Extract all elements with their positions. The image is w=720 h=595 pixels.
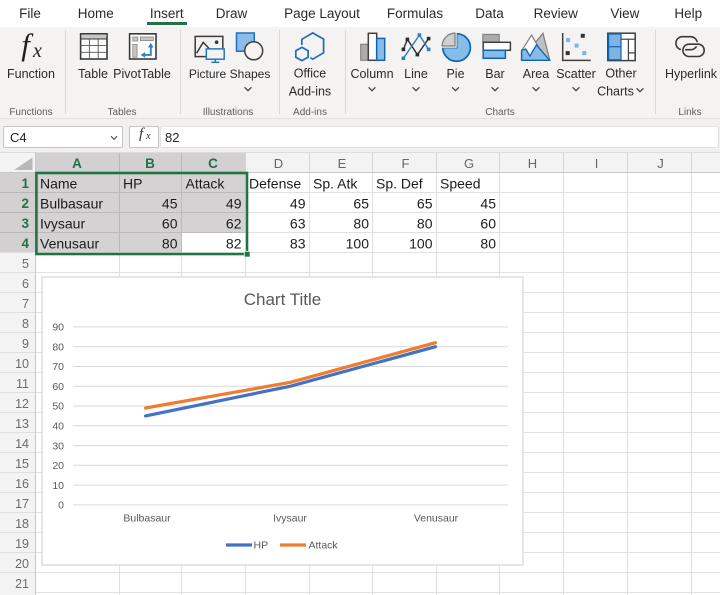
svg-text:Line: Line — [404, 67, 428, 81]
svg-text:Add-ins: Add-ins — [293, 107, 327, 118]
svg-text:80: 80 — [353, 216, 369, 232]
svg-text:Venusaur: Venusaur — [40, 236, 99, 252]
svg-text:60: 60 — [52, 381, 64, 393]
svg-text:49: 49 — [290, 196, 306, 212]
svg-text:3: 3 — [21, 216, 29, 231]
svg-text:14: 14 — [15, 437, 29, 451]
svg-text:Add-ins: Add-ins — [289, 85, 331, 99]
svg-text:15: 15 — [15, 457, 29, 471]
svg-text:Function: Function — [7, 67, 55, 81]
svg-text:A: A — [72, 156, 82, 171]
svg-text:60: 60 — [480, 216, 496, 232]
svg-text:HP: HP — [123, 176, 142, 192]
svg-text:Office: Office — [294, 67, 326, 81]
svg-text:80: 80 — [480, 236, 496, 252]
svg-text:Links: Links — [678, 107, 701, 118]
svg-text:45: 45 — [162, 196, 178, 212]
svg-text:PivotTable: PivotTable — [113, 67, 171, 81]
svg-text:B: B — [145, 156, 155, 171]
svg-text:C: C — [208, 156, 218, 171]
svg-text:Chart Title: Chart Title — [244, 290, 321, 309]
svg-text:5: 5 — [22, 257, 29, 271]
svg-text:Venusaur: Venusaur — [414, 513, 459, 525]
svg-text:90: 90 — [52, 322, 64, 334]
svg-text:G: G — [464, 156, 474, 171]
svg-text:Tables: Tables — [108, 107, 137, 118]
svg-text:Name: Name — [40, 176, 78, 192]
svg-text:Ivysaur: Ivysaur — [40, 216, 85, 232]
svg-text:D: D — [274, 156, 283, 171]
svg-text:Picture: Picture — [189, 67, 227, 81]
svg-text:83: 83 — [290, 236, 306, 252]
svg-text:Defense: Defense — [249, 176, 301, 192]
svg-text:10: 10 — [52, 480, 64, 492]
svg-text:20: 20 — [52, 460, 64, 472]
svg-text:Charts: Charts — [597, 85, 634, 99]
svg-text:50: 50 — [52, 401, 64, 413]
svg-text:65: 65 — [353, 196, 369, 212]
svg-text:6: 6 — [22, 277, 29, 291]
svg-text:Table: Table — [78, 67, 108, 81]
svg-text:62: 62 — [226, 216, 242, 232]
svg-text:40: 40 — [52, 421, 64, 433]
svg-text:Functions: Functions — [9, 107, 52, 118]
svg-text:80: 80 — [417, 216, 433, 232]
svg-text:17: 17 — [15, 497, 29, 511]
svg-text:Column: Column — [350, 67, 393, 81]
svg-text:4: 4 — [21, 236, 29, 251]
svg-text:70: 70 — [52, 361, 64, 373]
svg-text:0: 0 — [58, 500, 64, 512]
svg-text:Charts: Charts — [485, 107, 514, 118]
svg-text:60: 60 — [162, 216, 178, 232]
svg-text:100: 100 — [346, 236, 370, 252]
svg-text:HP: HP — [254, 540, 269, 552]
svg-text:13: 13 — [15, 417, 29, 431]
svg-text:49: 49 — [226, 196, 242, 212]
svg-text:8: 8 — [22, 317, 29, 331]
svg-text:18: 18 — [15, 517, 29, 531]
svg-text:7: 7 — [22, 297, 29, 311]
svg-text:Hyperlink: Hyperlink — [665, 67, 718, 81]
svg-text:Shapes: Shapes — [230, 67, 271, 81]
svg-text:Other: Other — [605, 67, 636, 81]
svg-text:9: 9 — [22, 337, 29, 351]
svg-text:I: I — [595, 156, 599, 171]
svg-text:Ivysaur: Ivysaur — [273, 513, 307, 525]
svg-text:80: 80 — [52, 341, 64, 353]
svg-text:1: 1 — [21, 176, 29, 191]
svg-text:Bulbasaur: Bulbasaur — [40, 196, 103, 212]
svg-text:82: 82 — [226, 236, 242, 252]
svg-text:J: J — [657, 156, 664, 171]
svg-text:Bar: Bar — [485, 67, 504, 81]
svg-text:x: x — [32, 40, 42, 62]
svg-text:Attack: Attack — [309, 540, 339, 552]
svg-text:100: 100 — [409, 236, 433, 252]
svg-text:16: 16 — [15, 477, 29, 491]
svg-text:63: 63 — [290, 216, 306, 232]
svg-text:11: 11 — [16, 377, 29, 391]
svg-text:Sp. Def: Sp. Def — [376, 176, 423, 192]
svg-text:E: E — [338, 156, 347, 171]
svg-text:Attack: Attack — [186, 176, 226, 192]
svg-text:Pie: Pie — [446, 67, 464, 81]
svg-text:20: 20 — [15, 557, 29, 571]
svg-text:65: 65 — [417, 196, 433, 212]
svg-text:2: 2 — [21, 196, 29, 211]
svg-text:19: 19 — [15, 537, 29, 551]
svg-text:80: 80 — [162, 236, 178, 252]
svg-text:30: 30 — [52, 440, 64, 452]
svg-text:Area: Area — [523, 67, 549, 81]
svg-text:Sp. Atk: Sp. Atk — [313, 176, 358, 192]
svg-text:Speed: Speed — [440, 176, 480, 192]
svg-text:H: H — [528, 156, 537, 171]
svg-text:Illustrations: Illustrations — [203, 107, 254, 118]
svg-text:21: 21 — [15, 577, 29, 591]
svg-text:Scatter: Scatter — [556, 67, 596, 81]
svg-text:10: 10 — [15, 357, 29, 371]
svg-text:F: F — [402, 156, 410, 171]
svg-text:Bulbasaur: Bulbasaur — [123, 513, 171, 525]
svg-text:45: 45 — [480, 196, 496, 212]
svg-text:12: 12 — [15, 397, 29, 411]
